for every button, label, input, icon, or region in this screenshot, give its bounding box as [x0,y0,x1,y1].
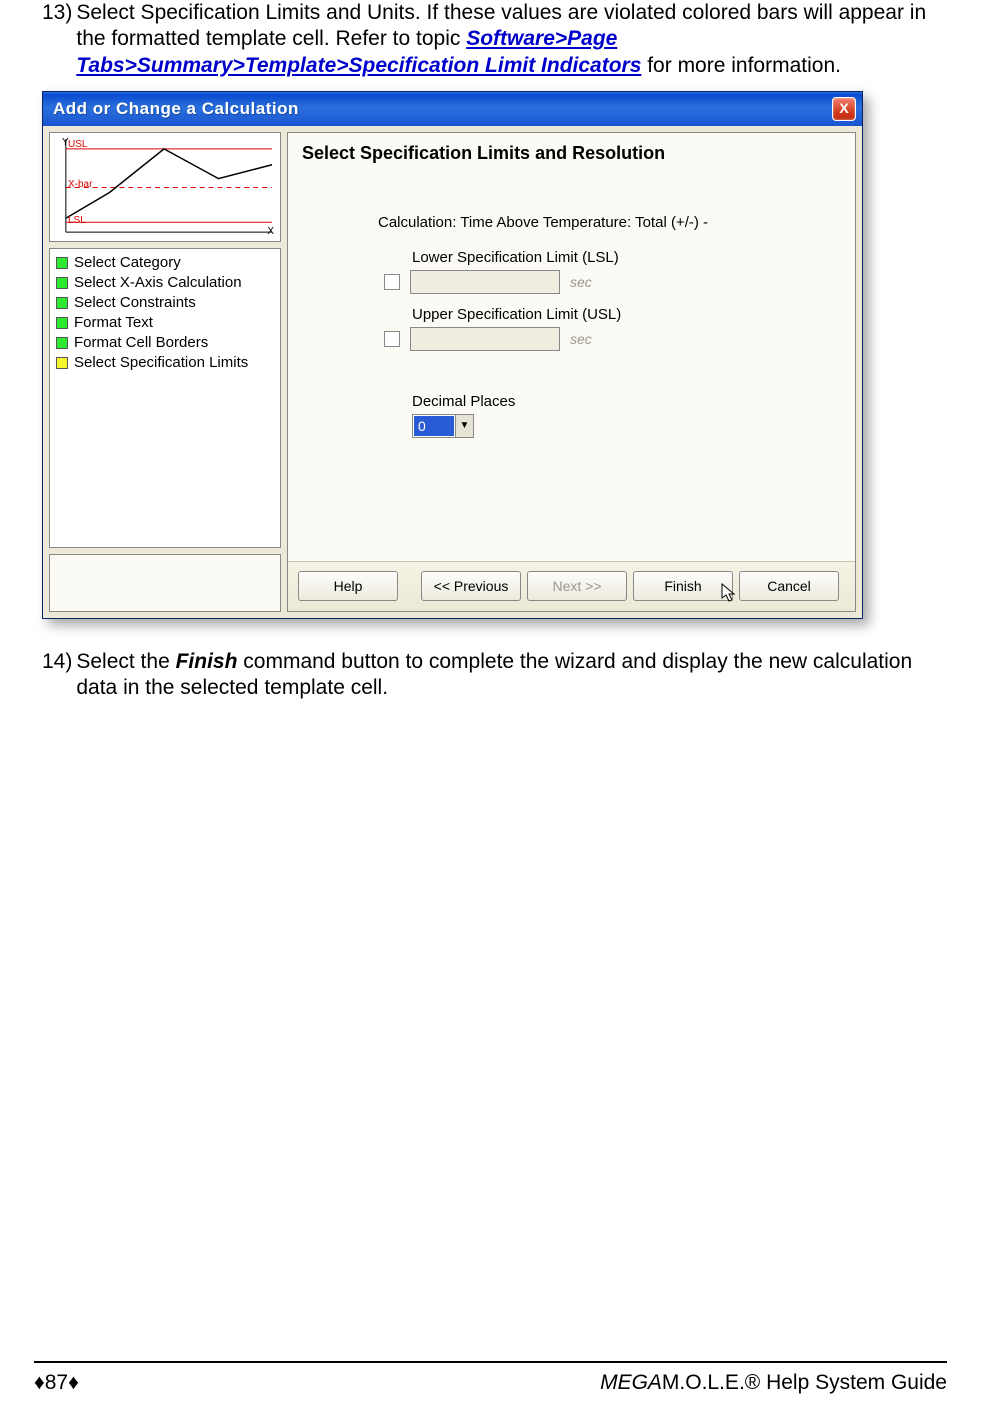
help-button[interactable]: Help [298,571,398,601]
wizard-step-label: Select Specification Limits [74,354,248,372]
step-13-body: Select Specification Limits and Units. I… [76,0,943,79]
diamond-icon: ♦ [34,1371,45,1395]
cancel-button[interactable]: Cancel [739,571,839,601]
decimal-places-combo[interactable]: 0 ▼ [412,414,474,438]
decimal-places-label: Decimal Places [412,393,855,410]
step-14: 14) Select the Finish command button to … [42,649,943,702]
axis-x-label: X [267,226,274,237]
step-14-number: 14) [42,649,76,702]
preview-xbar-label: X-bar [68,179,92,190]
chart-preview: Y USL X-bar LSL X [49,132,281,242]
wizard-step-list: Select Category Select X-Axis Calculatio… [49,248,281,548]
step-14-finish-word: Finish [176,650,238,673]
wizard-step-item[interactable]: Select X-Axis Calculation [54,273,276,293]
status-square-icon [56,257,68,269]
left-spacer-panel [49,554,281,612]
next-button: Next >> [527,571,627,601]
usl-checkbox[interactable] [384,331,400,347]
footer-guide-title: MEGAM.O.L.E.® Help System Guide [600,1371,947,1395]
status-square-icon [56,317,68,329]
wizard-step-item[interactable]: Format Cell Borders [54,333,276,353]
footer-page-number: ♦87♦ [34,1371,79,1395]
status-square-icon [56,297,68,309]
wizard-step-item[interactable]: Format Text [54,313,276,333]
lsl-input[interactable] [410,270,560,294]
step-14-body: Select the Finish command button to comp… [76,649,943,702]
previous-button[interactable]: << Previous [421,571,521,601]
wizard-step-item[interactable]: Select Category [54,253,276,273]
lsl-unit: sec [570,274,592,290]
usl-label: Upper Specification Limit (USL) [412,306,855,323]
page-footer: ♦87♦ MEGAM.O.L.E.® Help System Guide [34,1371,947,1395]
page-number: 87 [45,1371,68,1395]
lsl-label: Lower Specification Limit (LSL) [412,249,855,266]
wizard-step-item[interactable]: Select Constraints [54,293,276,313]
step-13-text-b: for more information. [641,54,841,77]
dialog: Add or Change a Calculation X [42,91,863,619]
lsl-checkbox[interactable] [384,274,400,290]
footer-brand-italic: MEGA [600,1371,662,1394]
usl-unit: sec [570,331,592,347]
button-row: Help << Previous Next >> Finish Cancel [288,561,855,611]
step-13-number: 13) [42,0,76,79]
footer-brand-rest: M.O.L.E.® Help System Guide [662,1371,947,1394]
decimal-places-value: 0 [414,416,454,436]
wizard-step-item[interactable]: Select Specification Limits [54,353,276,373]
step-14-text-a: Select the [76,650,175,673]
step-13: 13) Select Specification Limits and Unit… [42,0,943,79]
wizard-step-label: Select Constraints [74,294,196,312]
status-square-icon [56,277,68,289]
wizard-step-label: Select Category [74,254,181,272]
close-icon[interactable]: X [832,97,856,121]
footer-rule [34,1361,947,1363]
wizard-step-label: Format Cell Borders [74,334,208,352]
panel-heading: Select Specification Limits and Resoluti… [288,133,855,174]
preview-usl-label: USL [68,139,87,150]
status-square-icon [56,337,68,349]
wizard-step-label: Format Text [74,314,153,332]
dialog-screenshot: Add or Change a Calculation X [42,91,863,619]
cursor-icon [721,583,737,603]
main-panel: Select Specification Limits and Resoluti… [287,132,856,612]
preview-lsl-label: LSL [68,215,86,226]
calculation-label: Calculation: Time Above Temperature: Tot… [288,174,855,237]
wizard-step-label: Select X-Axis Calculation [74,274,242,292]
finish-button[interactable]: Finish [633,571,733,601]
chevron-down-icon[interactable]: ▼ [455,415,473,437]
usl-input[interactable] [410,327,560,351]
status-square-icon [56,357,68,369]
dialog-title: Add or Change a Calculation [53,99,299,119]
diamond-icon: ♦ [68,1371,79,1395]
titlebar: Add or Change a Calculation X [43,92,862,126]
